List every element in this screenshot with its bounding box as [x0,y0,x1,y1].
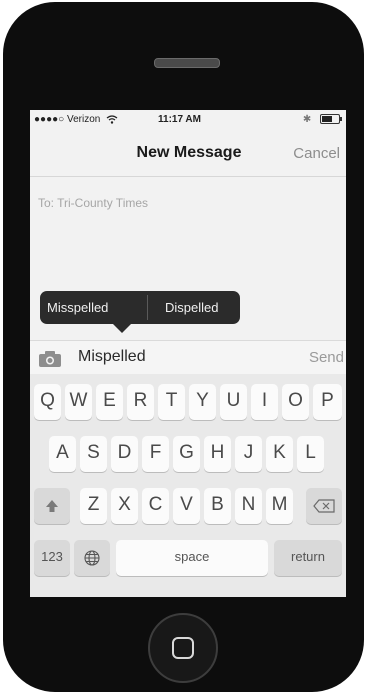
key-g[interactable]: G [173,436,200,472]
key-e[interactable]: E [96,384,123,420]
key-j[interactable]: J [235,436,262,472]
wifi-icon [106,115,118,124]
keyboard: Q W E R T Y U I O P A S D F G H J K L Z … [30,374,346,597]
clock: 11:17 AM [158,114,201,125]
status-bar: ●●●●○ Verizon 11:17 AM ✱ [30,110,346,130]
key-r[interactable]: R [127,384,154,420]
key-x[interactable]: X [111,488,138,524]
key-f[interactable]: F [142,436,169,472]
popup-arrow [113,324,131,333]
phone-frame: ●●●●○ Verizon 11:17 AM ✱ New Message Can… [3,2,364,692]
shift-icon [46,500,58,512]
shift-key[interactable] [34,488,70,524]
key-o[interactable]: O [282,384,309,420]
home-button[interactable] [147,612,219,684]
globe-key[interactable] [74,540,110,576]
autocorrect-popup: Misspelled Dispelled [40,291,240,333]
globe-icon [84,550,100,566]
key-q[interactable]: Q [34,384,61,420]
key-c[interactable]: C [142,488,169,524]
status-right: ✱ [302,114,342,125]
delete-key[interactable] [306,488,342,524]
key-a[interactable]: A [49,436,76,472]
popup-divider [147,295,148,320]
key-n[interactable]: N [235,488,262,524]
key-v[interactable]: V [173,488,200,524]
key-b[interactable]: B [204,488,231,524]
return-key[interactable]: return [274,540,342,576]
message-input-bar: Mispelled Send [30,340,346,375]
key-z[interactable]: Z [80,488,107,524]
camera-icon[interactable] [39,351,61,367]
key-k[interactable]: K [266,436,293,472]
numbers-key[interactable]: 123 [34,540,70,576]
screen: ●●●●○ Verizon 11:17 AM ✱ New Message Can… [30,110,346,597]
carrier-signal: ●●●●○ Verizon [34,114,118,125]
page-title: New Message [136,144,242,161]
send-button[interactable]: Send [309,349,344,366]
key-h[interactable]: H [204,436,231,472]
backspace-icon [313,499,335,513]
key-t[interactable]: T [158,384,185,420]
key-s[interactable]: S [80,436,107,472]
key-l[interactable]: L [297,436,324,472]
suggestion-dispelled[interactable]: Dispelled [165,300,218,315]
key-u[interactable]: U [220,384,247,420]
recipient-field[interactable]: To: Tri-County Times [38,196,148,210]
key-y[interactable]: Y [189,384,216,420]
bluetooth-icon: ✱ [302,114,312,125]
key-i[interactable]: I [251,384,278,420]
key-w[interactable]: W [65,384,92,420]
key-m[interactable]: M [266,488,293,524]
key-p[interactable]: P [313,384,342,420]
earpiece-speaker [154,58,220,68]
suggestion-misspelled[interactable]: Misspelled [47,300,108,315]
cancel-button[interactable]: Cancel [293,145,340,162]
key-d[interactable]: D [111,436,138,472]
space-key[interactable]: space [116,540,268,576]
battery-icon [320,114,342,125]
message-input[interactable]: Mispelled [78,348,146,366]
nav-bar: New Message Cancel [30,132,346,177]
